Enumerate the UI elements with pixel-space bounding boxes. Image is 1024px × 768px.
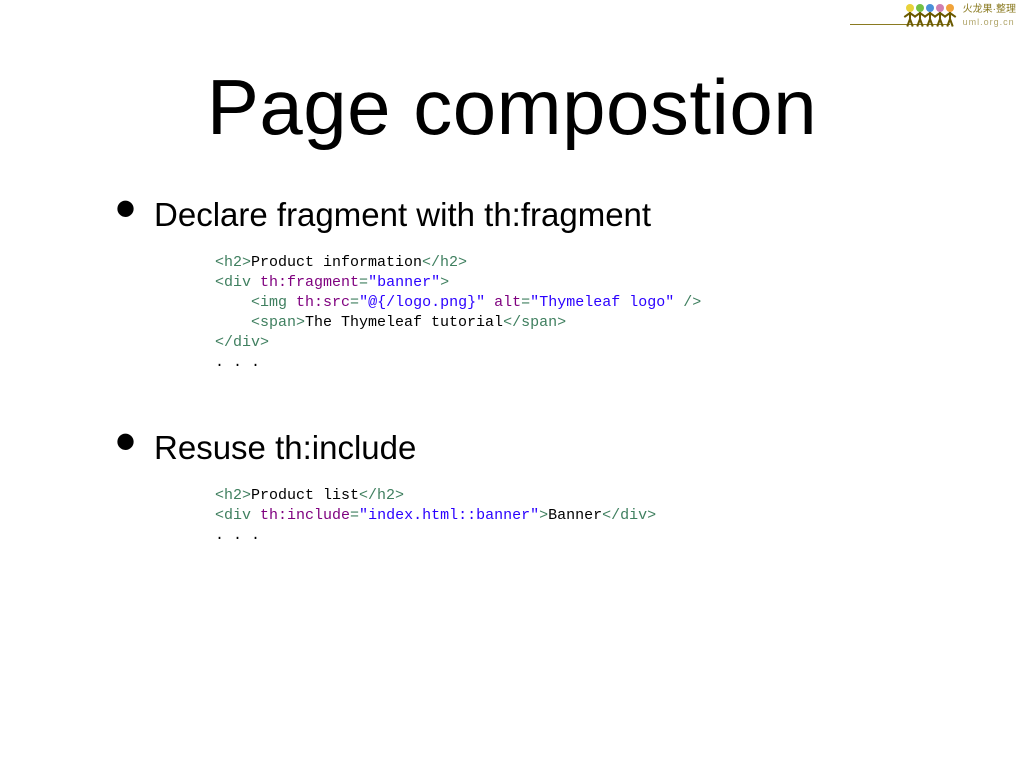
bullet-list: • Declare fragment with th:fragment <h2>… — [115, 195, 915, 586]
watermark-text-line2: uml.org.cn — [963, 16, 1016, 28]
bullet-item: • Declare fragment with th:fragment — [115, 195, 915, 235]
bullet-text: Declare fragment with th:fragment — [154, 195, 651, 235]
bullet-dot-icon: • — [115, 422, 136, 462]
bullet-item: • Resuse th:include — [115, 428, 915, 468]
slide-title: Page compostion — [0, 62, 1024, 153]
code-block-1: <h2>Product information</h2> <div th:fra… — [215, 253, 915, 373]
watermark-text-line1: 火龙果·整理 — [963, 4, 1016, 16]
watermark: 火龙果·整理 uml.org.cn — [907, 4, 1016, 28]
code-block-2: <h2>Product list</h2> <div th:include="i… — [215, 486, 915, 546]
watermark-figures — [907, 4, 957, 28]
bullet-text: Resuse th:include — [154, 428, 416, 468]
bullet-dot-icon: • — [115, 189, 136, 229]
